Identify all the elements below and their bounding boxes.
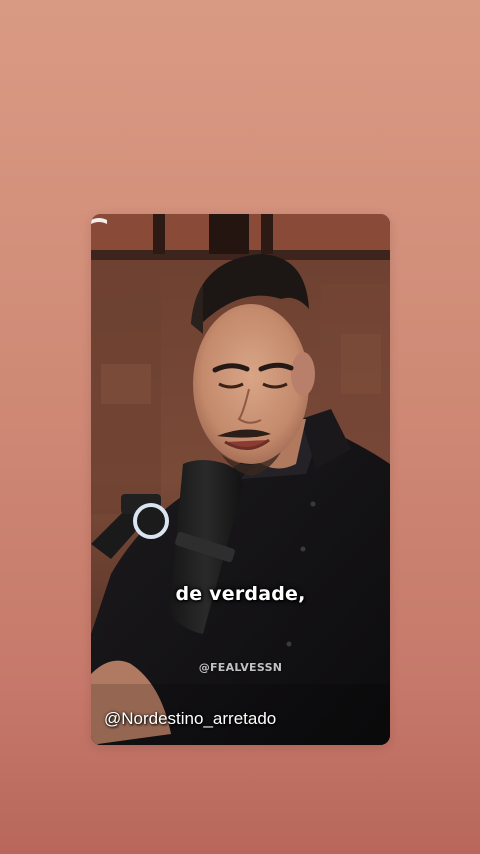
subtitle-caption: de verdade, (175, 583, 306, 605)
watermark-text: @FEALVESSN (198, 661, 283, 674)
account-handle[interactable]: @Nordestino_arretado (104, 709, 276, 729)
video-player[interactable]: de verdade, @FEALVESSN @Nordestino_arret… (91, 214, 390, 745)
face (193, 304, 309, 464)
